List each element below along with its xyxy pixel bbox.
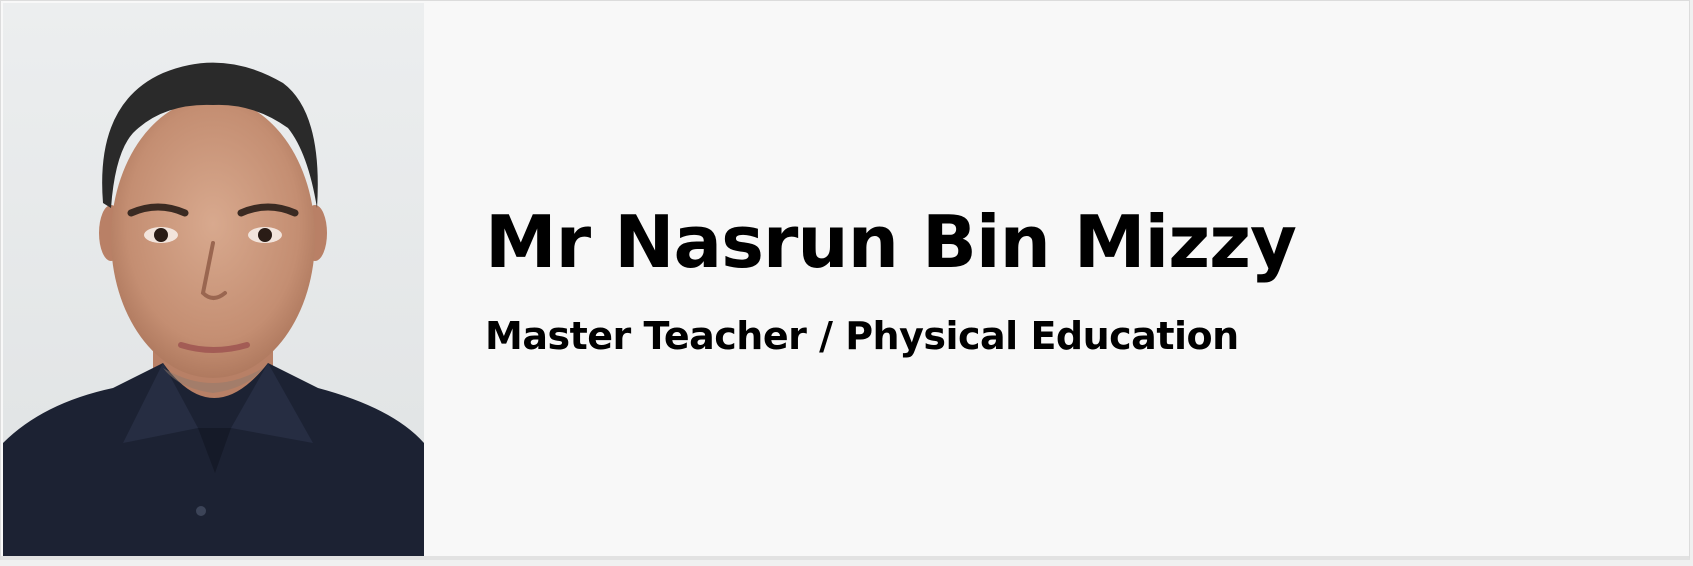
teacher-name: Mr Nasrun Bin Mizzy (485, 200, 1297, 284)
teacher-title: Master Teacher / Physical Education (485, 314, 1239, 358)
profile-info: Mr Nasrun Bin Mizzy Master Teacher / Phy… (485, 197, 1669, 359)
person-portrait-icon (3, 3, 424, 556)
profile-photo (3, 3, 424, 556)
profile-card: Mr Nasrun Bin Mizzy Master Teacher / Phy… (0, 0, 1690, 560)
